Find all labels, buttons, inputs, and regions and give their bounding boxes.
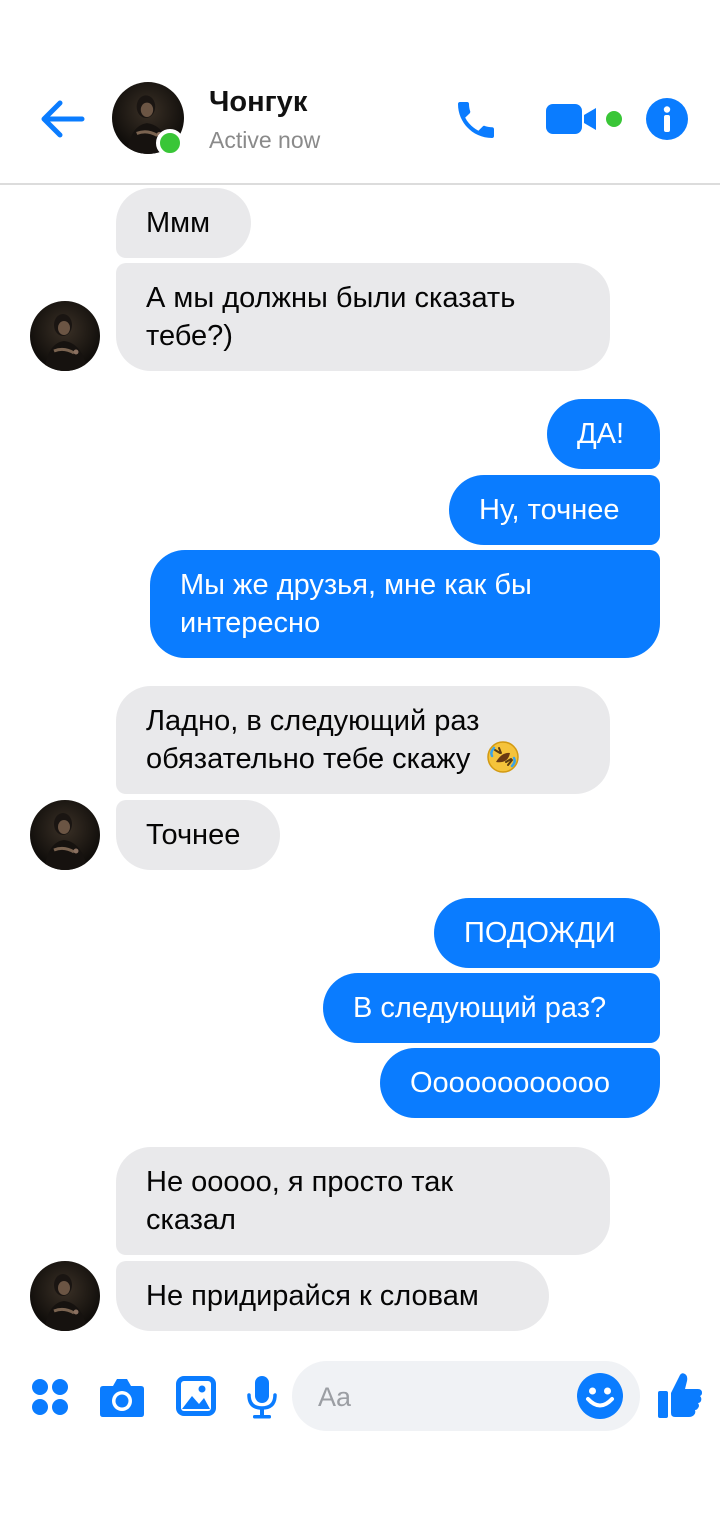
conversation-header: Чонгук Active now [0,0,720,185]
voice-message-button[interactable] [246,1375,278,1419]
message-text: сказал [146,1204,236,1236]
message-text: Ну, точнее [479,494,620,526]
message-text: интересно [180,607,321,639]
message-bubble[interactable]: Мы же друзья, мне как бы интересно [150,550,660,658]
message-text: Не ооооо, я просто так [146,1166,454,1198]
message-bubble[interactable]: Ладно, в следующий раз обязательно тебе … [116,686,610,794]
message-text: Не придирайся к словам [146,1280,479,1312]
message-bubble[interactable]: Ммм [116,188,251,258]
contact-status: Active now [209,127,321,153]
microphone-icon [247,1376,277,1419]
message-text: Оооооооооооо [410,1067,610,1099]
emoji-button[interactable] [576,1372,624,1420]
conversation-info-button[interactable] [645,97,689,141]
message-field[interactable] [292,1361,640,1433]
online-indicator [156,129,184,157]
message-text: ПОДОЖДИ [464,917,616,949]
more-actions-button[interactable] [31,1378,69,1416]
message-bubble[interactable]: А мы должны были сказать тебе?) [116,263,610,371]
apps-grid-icon [32,1379,68,1415]
emoji-icon [577,1373,623,1419]
camera-icon [100,1379,144,1417]
camera-button[interactable] [99,1376,145,1418]
message-bubble[interactable]: Ну, точнее [449,475,660,545]
message-bubble[interactable]: Точнее [116,800,280,870]
message-text: Мы же друзья, мне как бы [180,569,532,601]
phone-icon [458,102,494,138]
back-button[interactable] [38,96,88,142]
back-arrow-icon [41,100,85,138]
message-text: В следующий раз? [353,992,607,1024]
message-text: Точнее [146,819,241,851]
voice-call-button[interactable] [452,96,500,144]
video-call-button[interactable] [544,100,626,138]
message-text: ДА! [577,418,625,450]
message-text: тебе?) [146,320,233,352]
message-bubble[interactable]: Не ооооо, я просто так сказал [116,1147,610,1255]
gallery-icon [176,1376,216,1416]
sender-avatar[interactable] [30,1261,100,1331]
message-text: Ммм [146,207,211,239]
video-camera-icon [546,104,622,134]
message-bubble[interactable]: Не придирайся к словам [116,1261,549,1331]
message-text: А мы должны были сказать [146,282,516,314]
thumbs-up-icon [658,1373,702,1418]
message-bubble[interactable]: ДА! [547,399,660,469]
sender-avatar[interactable] [30,800,100,870]
message-bubble[interactable]: В следующий раз? [323,973,660,1043]
message-text: Ладно, в следующий раз [146,705,480,737]
message-bubble[interactable]: Оооооооооооо [380,1048,660,1118]
message-input[interactable] [316,1361,560,1433]
gallery-button[interactable] [175,1375,217,1417]
sender-avatar[interactable] [30,301,100,371]
contact-name[interactable]: Чонгук [209,86,307,119]
message-bubble[interactable]: ПОДОЖДИ [434,898,660,968]
like-button[interactable] [657,1371,703,1419]
rolling-laughing-emoji-icon [487,741,520,773]
info-icon [646,98,688,140]
message-text: обязательно тебе скажу [146,743,471,775]
